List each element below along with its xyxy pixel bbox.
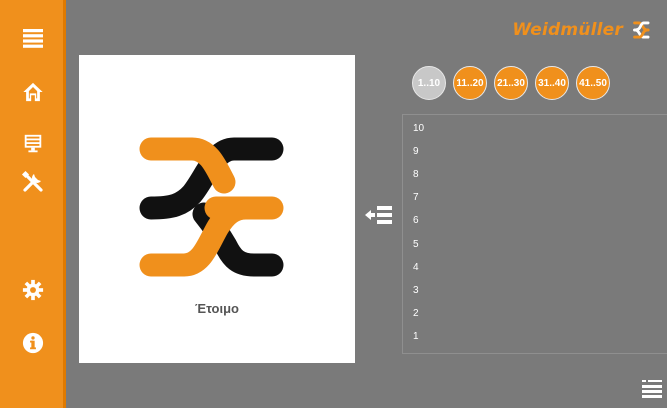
list-item[interactable]: 3: [403, 279, 667, 302]
list-item[interactable]: 6: [403, 209, 667, 232]
list-options-icon: [642, 380, 662, 398]
collapse-list-button[interactable]: [364, 204, 394, 226]
sidebar-item-tools[interactable]: [0, 162, 66, 202]
weidmuller-mark-icon: [633, 21, 650, 39]
range-tab-41-50[interactable]: 41..50: [576, 66, 610, 100]
sidebar-item-info[interactable]: [0, 323, 66, 363]
info-icon: [22, 332, 44, 354]
slot-list: 10 9 8 7 6 5 4 3 2 1: [402, 114, 667, 354]
status-panel: Έτοιμο: [79, 55, 355, 363]
arrow-left-list-icon: [365, 206, 392, 224]
list-item[interactable]: 7: [403, 186, 667, 209]
top-bar: Weidmüller: [66, 0, 667, 55]
tools-icon: [21, 170, 43, 192]
range-tab-11-20[interactable]: 11..20: [453, 66, 487, 100]
range-tab-21-30[interactable]: 21..30: [494, 66, 528, 100]
brand-name: Weidmüller: [512, 20, 623, 40]
sidebar: [0, 0, 66, 408]
list-options-button[interactable]: [641, 378, 663, 400]
list-item[interactable]: 1: [403, 325, 667, 348]
sidebar-item-menu[interactable]: [0, 18, 66, 58]
list-item[interactable]: 10: [403, 117, 667, 140]
list-item[interactable]: 5: [403, 232, 667, 255]
status-label: Έτοιμο: [195, 301, 239, 316]
sidebar-item-home[interactable]: [0, 72, 66, 112]
monitor-icon: [24, 134, 42, 153]
weidmuller-logo-icon: [139, 137, 284, 277]
range-tabs: 1..10 11..20 21..30 31..40 41..50: [412, 66, 610, 100]
sidebar-item-monitor[interactable]: [0, 124, 66, 164]
list-item[interactable]: 8: [403, 163, 667, 186]
list-item[interactable]: 4: [403, 256, 667, 279]
range-tab-1-10[interactable]: 1..10: [412, 66, 446, 100]
gear-icon: [22, 279, 44, 301]
list-item[interactable]: 9: [403, 140, 667, 163]
brand-logo: Weidmüller: [512, 18, 653, 42]
list-item[interactable]: 2: [403, 302, 667, 325]
home-icon: [23, 82, 43, 102]
sidebar-item-settings[interactable]: [0, 270, 66, 310]
hamburger-menu-icon: [23, 29, 43, 48]
range-tab-31-40[interactable]: 31..40: [535, 66, 569, 100]
